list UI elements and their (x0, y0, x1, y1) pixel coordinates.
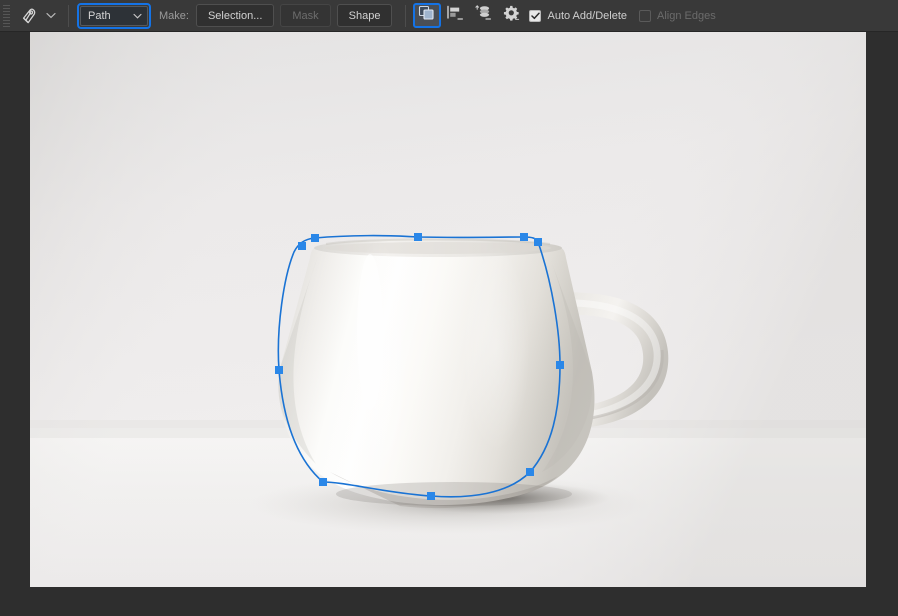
pen-options-button[interactable] (497, 3, 525, 28)
toolbar-separator-2 (405, 4, 407, 27)
make-selection-button[interactable]: Selection... (195, 4, 275, 27)
pen-tool-button[interactable] (14, 3, 61, 29)
auto-add-delete-checkbox[interactable] (529, 9, 542, 22)
options-bar-drag-handle[interactable] (2, 3, 11, 28)
path-operations-icon (418, 5, 436, 26)
make-shape-button[interactable]: Shape (336, 4, 393, 27)
path-arrangement-button[interactable] (469, 3, 497, 28)
mug-photograph (30, 32, 866, 587)
align-edges-control: Align Edges (639, 9, 716, 22)
mode-dropdown-focus-ring: Path (77, 2, 151, 29)
tool-mode-value: Path (88, 9, 111, 22)
gear-icon (502, 5, 520, 26)
path-alignment-button[interactable] (441, 3, 469, 28)
align-edges-checkbox (639, 9, 651, 22)
pen-tool-icon (19, 6, 39, 26)
toolbar-separator-1 (68, 4, 69, 27)
document-canvas[interactable] (30, 32, 866, 587)
tool-mode-dropdown[interactable]: Path (80, 5, 148, 26)
path-arrangement-icon (474, 5, 492, 26)
mode-chevron-down-icon (133, 10, 142, 22)
auto-add-delete-label: Auto Add/Delete (547, 9, 627, 22)
make-label: Make: (159, 9, 189, 22)
make-mask-button: Mask (280, 4, 331, 27)
tool-preset-chevron-down-icon[interactable] (44, 9, 58, 23)
path-operations-button[interactable] (413, 3, 442, 28)
options-bar: Path Make: Selection... Mask Shape Auto … (0, 0, 898, 32)
auto-add-delete-control[interactable]: Auto Add/Delete (529, 9, 627, 22)
canvas-workspace[interactable] (0, 32, 898, 616)
align-edges-label: Align Edges (657, 9, 716, 22)
path-alignment-icon (446, 5, 464, 26)
